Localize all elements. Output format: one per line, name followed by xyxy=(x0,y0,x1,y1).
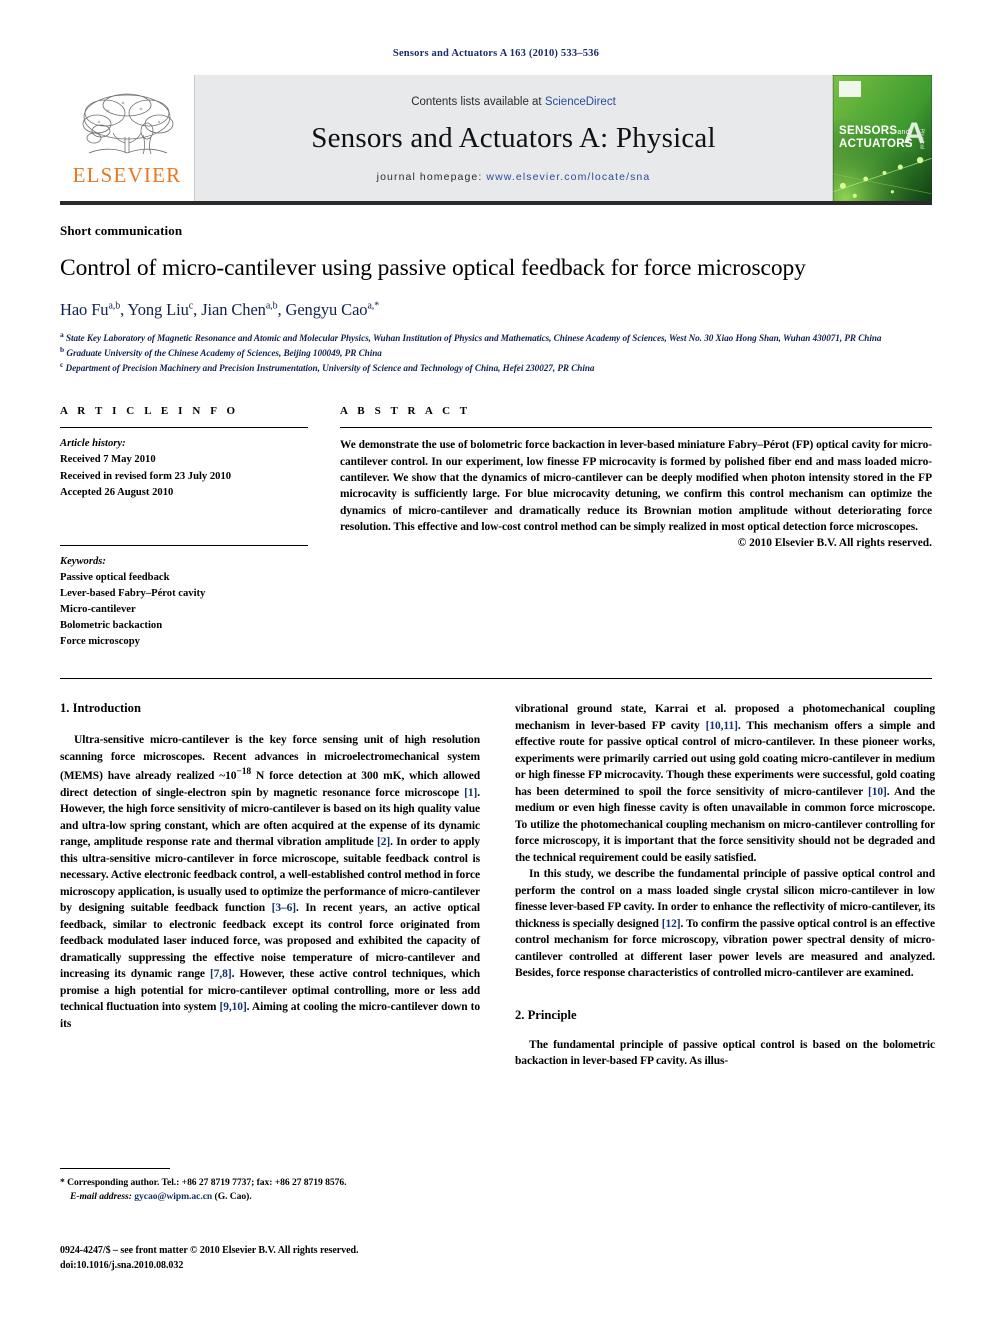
author-list: Hao Fua,b, Yong Liuc, Jian Chena,b, Geng… xyxy=(60,300,380,320)
contents-prefix: Contents lists available at xyxy=(411,95,545,108)
principle-paragraph-1: The fundamental principle of passive opt… xyxy=(515,1037,935,1070)
citation-2[interactable]: [2] xyxy=(377,836,390,848)
author-affil-marker: c xyxy=(188,300,194,312)
homepage-label: journal homepage: xyxy=(376,170,483,183)
article-body: 1. Introduction Ultra-sensitive micro-ca… xyxy=(60,701,935,1181)
journal-cover-thumbnail: SENSORSand ACTUATORS A Physical xyxy=(832,75,932,201)
doi-line: doi:10.1016/j.sna.2010.08.032 xyxy=(60,1260,184,1271)
running-head: Sensors and Actuators A 163 (2010) 533–5… xyxy=(392,48,600,59)
elsevier-wordmark: ELSEVIER xyxy=(72,162,182,187)
corresponding-author-text: * Corresponding author. Tel.: +86 27 871… xyxy=(60,1177,347,1188)
article-page: Sensors and Actuators A 163 (2010) 533–5… xyxy=(0,0,992,1323)
author-affil-marker: a,b xyxy=(265,300,278,312)
citation-9-10[interactable]: [9,10] xyxy=(219,1001,246,1013)
history-item: Accepted 26 August 2010 xyxy=(60,486,174,498)
journal-masthead: ELSEVIER Contents lists available at Sci… xyxy=(60,75,932,205)
abstract-heading: A B S T R A C T xyxy=(340,405,471,418)
keyword-item: Force microscopy xyxy=(60,636,140,648)
citation-10[interactable]: [10] xyxy=(868,786,887,798)
abstract-column: A B S T R A C T We demonstrate the use o… xyxy=(340,405,932,650)
article-history: Article history: Received 7 May 2010 Rec… xyxy=(60,428,308,500)
citation-7-8[interactable]: [7,8] xyxy=(210,968,232,980)
affiliation-a: a State Key Laboratory of Magnetic Reson… xyxy=(60,330,882,344)
affiliation-b: b Graduate University of the Chinese Aca… xyxy=(60,345,382,359)
article-type-label: Short communication xyxy=(60,223,183,238)
intro-paragraph-2: In this study, we describe the fundament… xyxy=(515,866,935,982)
affiliation-list: a State Key Laboratory of Magnetic Reson… xyxy=(60,330,932,375)
author-affil-marker: a,* xyxy=(367,300,380,312)
journal-homepage-line: journal homepage: www.elsevier.com/locat… xyxy=(377,171,651,183)
cover-line1: SENSORS xyxy=(839,125,898,137)
citation-3-6[interactable]: [3–6] xyxy=(272,902,297,914)
abstract-text: We demonstrate the use of bolometric for… xyxy=(340,439,932,533)
footnote-block: * Corresponding author. Tel.: +86 27 871… xyxy=(60,1168,480,1205)
homepage-url[interactable]: www.elsevier.com/locate/sna xyxy=(486,171,650,183)
history-item: Received 7 May 2010 xyxy=(60,454,156,466)
article-info-heading: A R T I C L E I N F O xyxy=(60,405,239,418)
intro-paragraph-1: Ultra-sensitive micro-cantilever is the … xyxy=(60,732,480,1032)
abstract-copyright: © 2010 Elsevier B.V. All rights reserved… xyxy=(737,537,932,550)
section-divider xyxy=(60,678,932,680)
page-title: Control of micro-cantilever using passiv… xyxy=(60,255,806,281)
section-heading-principle: 2. Principle xyxy=(515,1007,577,1022)
elsevier-logo: ELSEVIER xyxy=(60,75,195,201)
citation-12[interactable]: [12] xyxy=(662,918,681,930)
contents-available-line: Contents lists available at ScienceDirec… xyxy=(411,96,616,108)
history-label: Article history: xyxy=(60,438,126,450)
keyword-item: Bolometric backaction xyxy=(60,620,163,632)
article-info-column: A R T I C L E I N F O Article history: R… xyxy=(60,405,308,650)
journal-title: Sensors and Actuators A: Physical xyxy=(311,121,716,154)
citation-10-11[interactable]: [10,11] xyxy=(706,720,738,732)
author-affil-marker: a,b xyxy=(108,300,121,312)
page-footer: 0924-4247/$ – see front matter © 2010 El… xyxy=(60,1243,560,1273)
journal-header-block: Contents lists available at ScienceDirec… xyxy=(195,75,832,201)
email-owner: (G. Cao). xyxy=(214,1191,252,1203)
section-heading-introduction: 1. Introduction xyxy=(60,701,141,716)
cover-title-text: SENSORSand ACTUATORS xyxy=(839,125,913,151)
cover-elsevier-badge xyxy=(839,81,861,97)
corresponding-author-note: * Corresponding author. Tel.: +86 27 871… xyxy=(60,1176,480,1205)
email-label: E-mail address: xyxy=(70,1191,132,1203)
cover-line2: ACTUATORS xyxy=(839,138,913,151)
affiliation-c-text: Department of Precision Machinery and Pr… xyxy=(65,363,595,374)
affiliation-a-text: State Key Laboratory of Magnetic Resonan… xyxy=(65,333,882,344)
keywords-list: Keywords: Passive optical feedback Lever… xyxy=(60,546,308,651)
keyword-item: Lever-based Fabry–Pérot cavity xyxy=(60,587,206,599)
intro-exponent: −18 xyxy=(236,766,252,778)
sciencedirect-link[interactable]: ScienceDirect xyxy=(545,96,616,108)
keyword-item: Passive optical feedback xyxy=(60,571,170,583)
affiliation-b-text: Graduate University of the Chinese Acade… xyxy=(66,348,382,359)
keywords-label: Keywords: xyxy=(60,555,106,567)
email-address-link[interactable]: gycao@wipm.ac.cn xyxy=(134,1191,212,1202)
body-column-right: vibrational ground state, Karrai et al. … xyxy=(515,701,935,1181)
info-abstract-row: A R T I C L E I N F O Article history: R… xyxy=(60,405,932,650)
history-item: Received in revised form 23 July 2010 xyxy=(60,470,232,482)
intro-paragraph-1-cont: vibrational ground state, Karrai et al. … xyxy=(515,701,935,866)
issn-copyright-line: 0924-4247/$ – see front matter © 2010 El… xyxy=(60,1245,359,1256)
citation-1[interactable]: [1] xyxy=(464,787,477,799)
keyword-item: Micro-cantilever xyxy=(60,604,136,616)
elsevier-tree-icon xyxy=(82,93,174,154)
cover-letter-sub: Physical xyxy=(918,128,924,149)
affiliation-c: c Department of Precision Machinery and … xyxy=(60,360,595,374)
principle-text: The fundamental principle of passive opt… xyxy=(515,1038,935,1068)
body-column-left: 1. Introduction Ultra-sensitive micro-ca… xyxy=(60,701,480,1181)
footnote-rule xyxy=(60,1168,170,1169)
keywords-block: Keywords: Passive optical feedback Lever… xyxy=(60,544,308,651)
